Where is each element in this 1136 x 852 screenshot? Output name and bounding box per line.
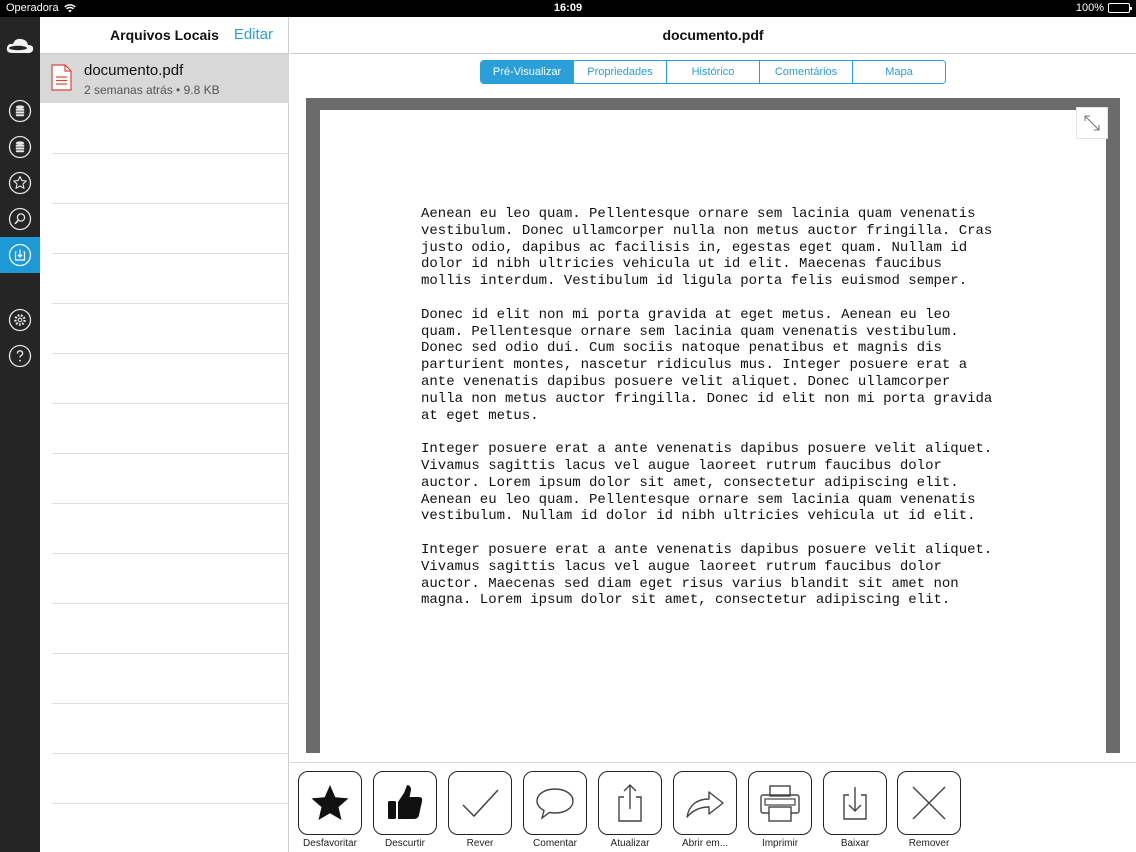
row-divider xyxy=(52,653,289,654)
star-icon xyxy=(8,171,32,195)
document-page: Aenean eu leo quam. Pellentesque ornare … xyxy=(320,107,1108,753)
rail-settings-button[interactable] xyxy=(0,302,40,338)
document-title: documento.pdf xyxy=(662,27,764,43)
upload-icon xyxy=(618,784,642,822)
document-viewer[interactable]: Aenean eu leo quam. Pellentesque ornare … xyxy=(306,98,1120,753)
icon-rail xyxy=(0,17,40,852)
list-header: Arquivos Locais Editar xyxy=(40,17,289,54)
file-name: documento.pdf xyxy=(84,62,184,79)
unfavorite-label: Desfavoritar xyxy=(303,838,357,849)
print-button-frame[interactable] xyxy=(748,771,812,835)
unfavorite-button[interactable]: Desfavoritar xyxy=(298,771,362,849)
row-divider xyxy=(52,703,289,704)
document-paragraph: Integer posuere erat a ante venenatis da… xyxy=(421,541,993,609)
download-button-frame[interactable] xyxy=(823,771,887,835)
storage-icon xyxy=(8,99,32,123)
row-divider xyxy=(52,303,289,304)
update-button[interactable]: Atualizar xyxy=(598,771,662,849)
document-text: Aenean eu leo quam. Pellentesque ornare … xyxy=(421,206,1021,626)
x-icon xyxy=(912,786,946,820)
fullscreen-button[interactable] xyxy=(1076,107,1108,139)
expand-icon xyxy=(1084,115,1100,131)
comment-label: Comentar xyxy=(533,838,577,849)
tab-map[interactable]: Mapa xyxy=(852,61,945,83)
tab-preview[interactable]: Pré-Visualizar xyxy=(481,61,573,83)
update-button-frame[interactable] xyxy=(598,771,662,835)
print-label: Imprimir xyxy=(761,838,799,849)
document-paragraph: Aenean eu leo quam. Pellentesque ornare … xyxy=(421,206,993,290)
file-meta: 2 semanas atrás • 9.8 KB xyxy=(84,83,220,97)
review-label: Rever xyxy=(466,838,494,849)
print-button[interactable]: Imprimir xyxy=(748,771,812,849)
row-divider xyxy=(52,803,289,804)
pdf-file-icon xyxy=(51,64,72,91)
document-pane: documento.pdf Pré-Visualizar Propriedade… xyxy=(290,17,1136,852)
row-divider xyxy=(52,253,289,254)
file-row[interactable]: documento.pdf 2 semanas atrás • 9.8 KB xyxy=(40,54,289,103)
open-in-button[interactable]: Abrir em... xyxy=(673,771,737,849)
action-toolbar: Desfavoritar Descurtir Rever Comentar At… xyxy=(290,762,1136,852)
review-button-frame[interactable] xyxy=(448,771,512,835)
row-divider xyxy=(52,753,289,754)
battery-icon xyxy=(1108,3,1132,13)
clock: 16:09 xyxy=(553,2,583,14)
battery-percent: 100% xyxy=(1075,2,1104,14)
row-divider xyxy=(52,353,289,354)
edit-button[interactable]: Editar xyxy=(234,26,273,43)
help-icon xyxy=(8,344,32,368)
review-button[interactable]: Rever xyxy=(448,771,512,849)
row-divider xyxy=(52,553,289,554)
tab-history[interactable]: Histórico xyxy=(666,61,759,83)
rail-favorites-button[interactable] xyxy=(0,165,40,201)
row-divider xyxy=(52,453,289,454)
open-in-button-frame[interactable] xyxy=(673,771,737,835)
printer-icon xyxy=(760,785,800,822)
download-label: Baixar xyxy=(840,838,870,849)
checkmark-icon xyxy=(462,789,499,818)
speech-bubble-icon xyxy=(536,788,574,820)
comment-button[interactable]: Comentar xyxy=(523,771,587,849)
file-list-pane: Arquivos Locais Editar documento.pdf 2 s… xyxy=(40,17,289,852)
row-divider xyxy=(52,403,289,404)
search-icon xyxy=(8,207,32,231)
thumbs-up-icon xyxy=(388,785,423,819)
open-in-label: Abrir em... xyxy=(681,838,729,849)
row-divider xyxy=(52,503,289,504)
remove-button-frame[interactable] xyxy=(897,771,961,835)
rail-help-button[interactable] xyxy=(0,338,40,374)
gear-icon xyxy=(8,308,32,332)
document-paragraph: Integer posuere erat a ante venenatis da… xyxy=(421,441,993,525)
unlike-label: Descurtir xyxy=(384,838,425,849)
document-paragraph: Donec id elit non mi porta gravida at eg… xyxy=(421,306,993,424)
rail-storage-button[interactable] xyxy=(0,93,40,129)
row-divider xyxy=(52,603,289,604)
storage-icon-2 xyxy=(8,135,32,159)
remove-button[interactable]: Remover xyxy=(897,771,961,849)
rail-storage-button-2[interactable] xyxy=(0,129,40,165)
star-filled-icon xyxy=(311,785,349,820)
rail-search-button[interactable] xyxy=(0,201,40,237)
unlike-button[interactable]: Descurtir xyxy=(373,771,437,849)
battery-group: 100% xyxy=(1075,2,1132,14)
unlike-button-frame[interactable] xyxy=(373,771,437,835)
tab-bar: Pré-Visualizar Propriedades Histórico Co… xyxy=(480,60,946,84)
update-label: Atualizar xyxy=(610,838,650,849)
cloud-logo-icon[interactable] xyxy=(5,36,35,56)
remove-label: Remover xyxy=(908,838,950,849)
tab-comments[interactable]: Comentários xyxy=(759,61,852,83)
download-tray-icon xyxy=(843,787,867,820)
status-bar: Operadora 16:09 100% xyxy=(0,0,1136,17)
main-header: documento.pdf xyxy=(290,17,1136,54)
comment-button-frame[interactable] xyxy=(523,771,587,835)
share-arrow-icon xyxy=(686,791,724,818)
rail-local-files-button[interactable] xyxy=(0,237,40,273)
tab-properties[interactable]: Propriedades xyxy=(573,61,666,83)
download-icon xyxy=(8,243,32,267)
row-divider xyxy=(52,203,289,204)
row-divider xyxy=(52,153,289,154)
unfavorite-button-frame[interactable] xyxy=(298,771,362,835)
download-button[interactable]: Baixar xyxy=(823,771,887,849)
